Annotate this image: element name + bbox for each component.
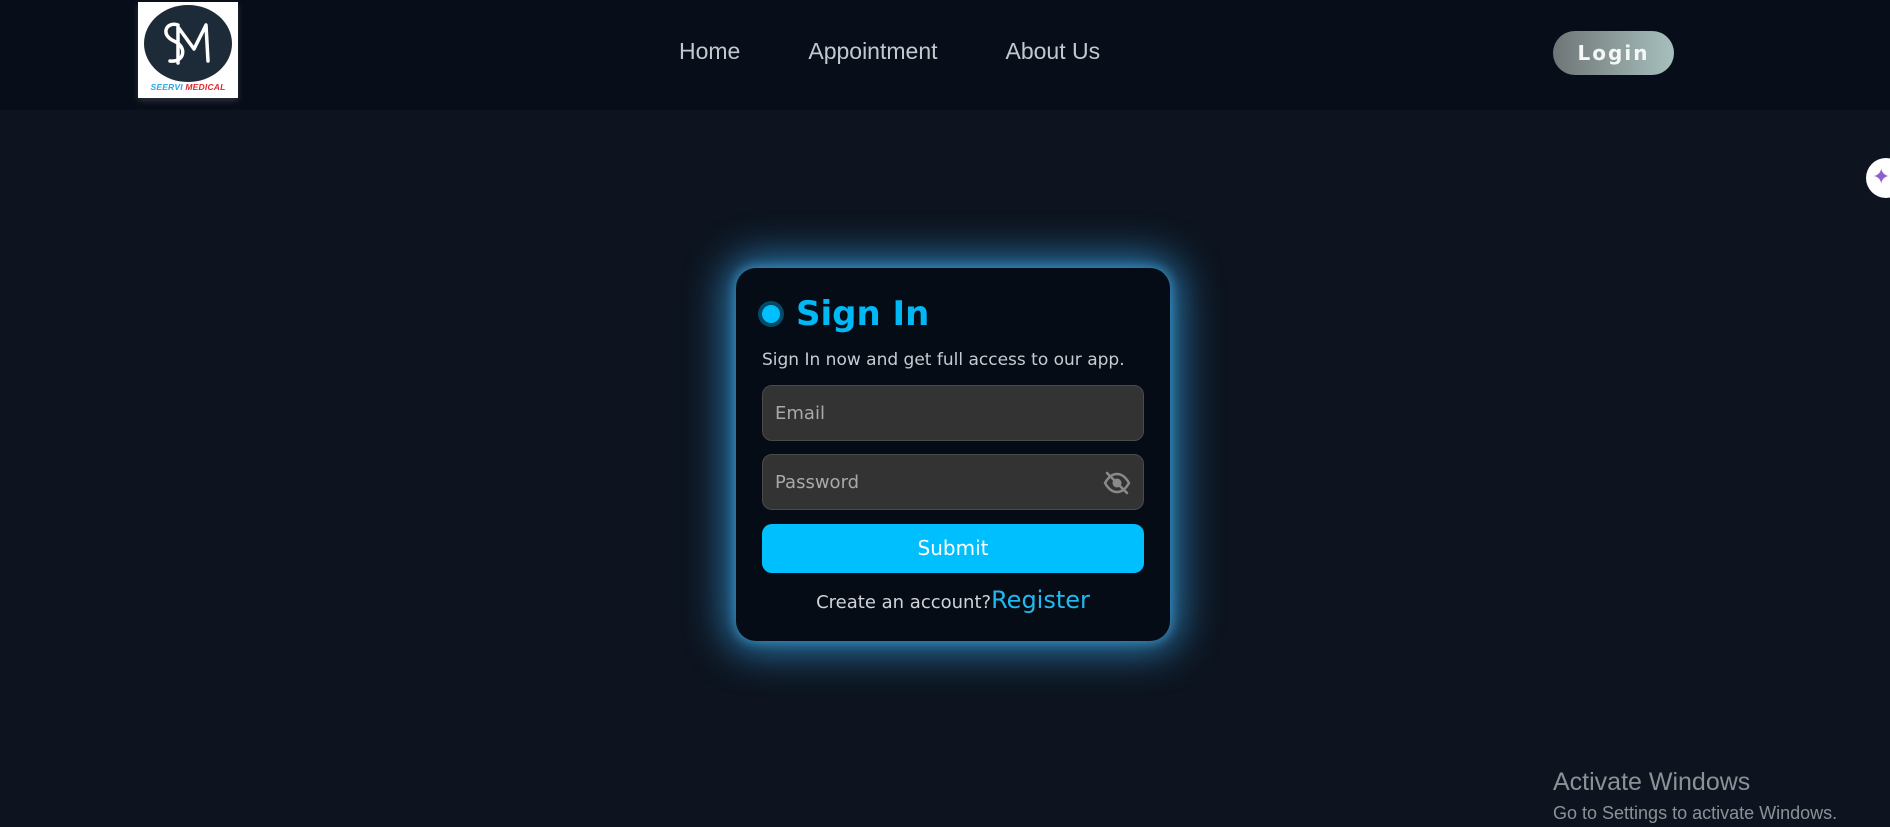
main-nav: Home Appointment About Us (679, 38, 1100, 65)
register-prompt: Create an account? (816, 592, 992, 613)
status-dot-icon (762, 305, 780, 323)
nav-about-us[interactable]: About Us (1006, 38, 1101, 65)
nav-home[interactable]: Home (679, 38, 740, 65)
activate-windows-watermark: Activate Windows Go to Settings to activ… (1553, 768, 1837, 824)
email-field (762, 385, 1144, 441)
signin-subtitle: Sign In now and get full access to our a… (762, 350, 1125, 370)
eye-off-icon[interactable] (1103, 470, 1131, 496)
email-input[interactable] (763, 386, 1143, 440)
register-row: Create an account?Register (736, 586, 1170, 614)
login-button[interactable]: Login (1553, 31, 1674, 75)
navbar: SEERVI MEDICAL Home Appointment About Us… (0, 0, 1890, 110)
signin-card: Sign In Sign In now and get full access … (736, 268, 1170, 641)
activate-windows-title: Activate Windows (1553, 768, 1751, 796)
logo-emblem-icon (144, 5, 232, 82)
activate-windows-subtitle: Go to Settings to activate Windows. (1553, 803, 1838, 823)
register-link[interactable]: Register (991, 586, 1090, 614)
seervi-medical-logo[interactable]: SEERVI MEDICAL (138, 2, 238, 98)
sparkle-icon: ✦ (1872, 165, 1890, 190)
password-input[interactable] (763, 455, 1143, 509)
signin-title: Sign In (796, 294, 930, 334)
side-assistant-button[interactable]: ✦ (1866, 158, 1890, 198)
logo-word-2: MEDICAL (185, 82, 226, 92)
logo-wordmark: SEERVI MEDICAL (138, 82, 238, 92)
signin-title-row: Sign In (762, 294, 929, 334)
nav-appointment[interactable]: Appointment (808, 38, 937, 65)
password-field (762, 454, 1144, 510)
logo-word-1: SEERVI (150, 82, 183, 92)
submit-button[interactable]: Submit (762, 524, 1144, 573)
